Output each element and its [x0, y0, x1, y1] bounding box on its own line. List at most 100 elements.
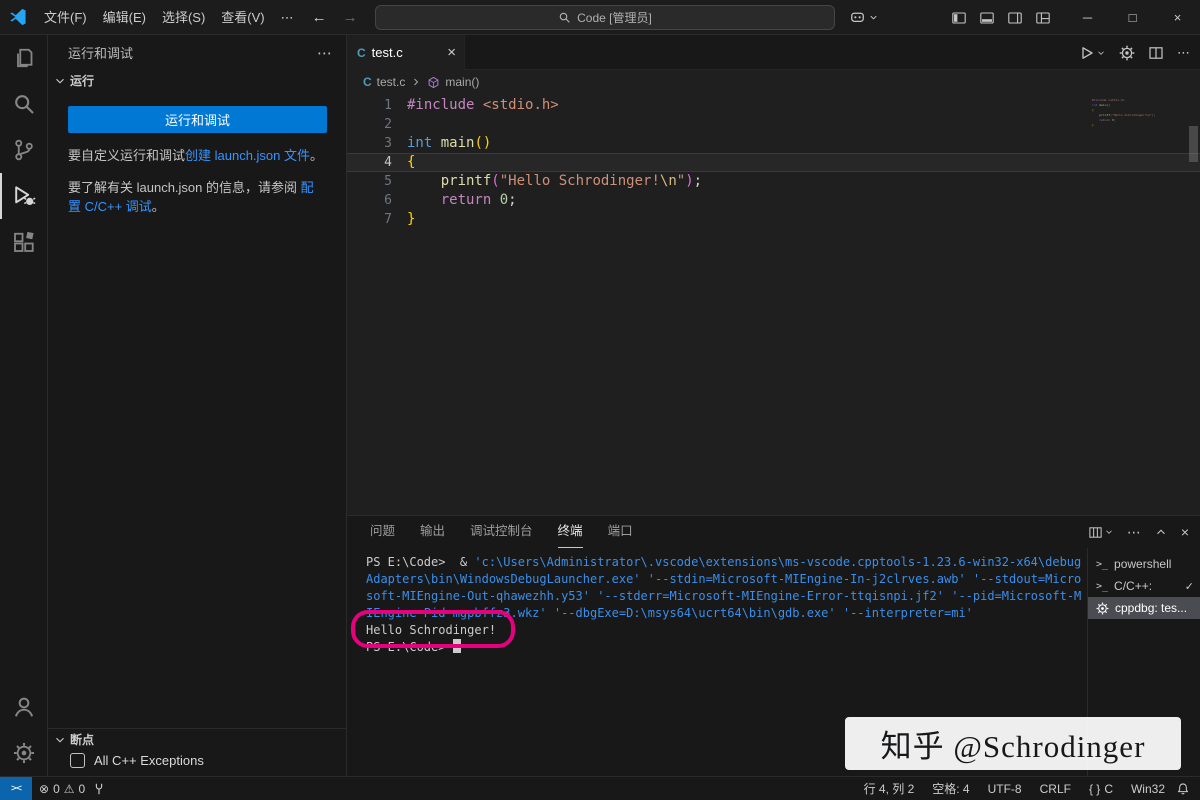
create-launch-json-link[interactable]: 创建 launch.json 文件 [185, 148, 310, 163]
minimize-button[interactable]: ─ [1065, 0, 1110, 35]
bell-icon[interactable] [1176, 782, 1190, 796]
close-panel-icon[interactable]: × [1181, 524, 1189, 540]
panel-tab[interactable]: 输出 [420, 517, 445, 548]
command-center-search[interactable]: Code [管理员] [375, 5, 835, 30]
terminal-line: PS E:\Code> [366, 639, 1087, 656]
launch-json-hint: 要自定义运行和调试创建 launch.json 文件。 [48, 133, 346, 165]
code-line-3[interactable]: 3int main() [347, 134, 1200, 153]
text: 。 [152, 199, 165, 214]
code-line-4[interactable]: 4{ [347, 153, 1200, 172]
toggle-panel-icon[interactable] [979, 10, 995, 26]
code-line-5[interactable]: 5 printf("Hello Schrodinger!\n"); [347, 172, 1200, 191]
chevron-down-icon [1096, 48, 1106, 58]
line-number: 4 [347, 153, 407, 172]
editor-scrollbar[interactable] [1189, 126, 1198, 162]
panel-tab[interactable]: 端口 [608, 517, 633, 548]
encoding[interactable]: UTF-8 [981, 777, 1029, 800]
breakpoint-item[interactable]: All C++ Exceptions [48, 750, 346, 771]
indentation[interactable]: 空格: 4 [925, 777, 976, 800]
tab-test-c[interactable]: C test.c × [347, 35, 465, 70]
language-mode[interactable]: { } C [1082, 777, 1120, 800]
line-number: 7 [347, 210, 407, 229]
gear-icon[interactable] [1119, 45, 1135, 61]
line-number: 5 [347, 172, 407, 191]
search-icon [12, 92, 36, 116]
menu-more[interactable]: ⋯ [273, 0, 302, 35]
text: 要了解有关 launch.json 的信息，请参阅 [68, 180, 301, 195]
more-actions-icon[interactable]: ⋯ [1127, 524, 1141, 541]
split-editor-icon[interactable] [1148, 45, 1164, 61]
more-actions-icon[interactable]: ⋯ [1177, 45, 1190, 61]
sidebar-title: 运行和调试 [68, 43, 317, 62]
maximize-panel-icon[interactable] [1154, 525, 1168, 539]
terminal-session-cppdbg-tes-[interactable]: cppdbg: tes... [1088, 597, 1200, 619]
remote-indicator[interactable]: >< [0, 777, 32, 800]
close-button[interactable]: × [1155, 0, 1200, 35]
editor-actions: ⋯ [1079, 35, 1190, 70]
copilot-icon [849, 9, 866, 26]
chevron-down-icon [868, 12, 879, 23]
chevron-down-icon [53, 733, 67, 747]
cursor-position[interactable]: 行 4, 列 2 [857, 777, 922, 800]
eol-indicator[interactable]: CRLF [1033, 777, 1078, 800]
error-count: 0 [53, 782, 60, 796]
settings-button[interactable] [0, 730, 47, 776]
editor-group: C test.c × ⋯ C test.c [347, 35, 1200, 776]
braces-icon: { } [1089, 782, 1100, 796]
menu-item[interactable]: 查看(V) [213, 0, 272, 35]
customize-layout-icon[interactable] [1035, 10, 1051, 26]
panel-tab-bar: 问题输出调试控制台终端端口 [347, 516, 1200, 548]
toggle-secondary-sidebar-icon[interactable] [1007, 10, 1023, 26]
code-line-2[interactable]: 2 [347, 115, 1200, 134]
run-and-debug-button[interactable]: 运行和调试 [68, 106, 327, 133]
activity-bar [0, 35, 48, 776]
copilot-button[interactable] [849, 9, 879, 26]
code-line-6[interactable]: 6 return 0; [347, 191, 1200, 210]
toggle-sidebar-icon[interactable] [951, 10, 967, 26]
terminal-session-c-c++-[interactable]: >_C/C++: ✓ [1088, 575, 1200, 597]
exceptions-checkbox[interactable] [70, 753, 85, 768]
activity-explorer[interactable] [0, 35, 47, 81]
terminal-line: soft-MIEngine-Out-qhawezhh.y53' '--stder… [366, 588, 1087, 605]
run-section-header[interactable]: 运行 [48, 70, 346, 91]
code-line-1[interactable]: 1#include <stdio.h> [347, 96, 1200, 115]
panel-tab[interactable]: 调试控制台 [470, 517, 533, 548]
forward-icon[interactable]: → [343, 9, 358, 26]
code-line-7[interactable]: 7} [347, 210, 1200, 229]
terminal-session-powershell[interactable]: >_powershell [1088, 553, 1200, 575]
language-label: C [1104, 782, 1113, 796]
activity-run-and-debug[interactable] [0, 173, 47, 219]
code-lines: 1#include <stdio.h>23int main()4{5 print… [347, 96, 1200, 229]
terminal-cursor [453, 639, 461, 653]
menu-item[interactable]: 编辑(E) [95, 0, 154, 35]
breadcrumb-file[interactable]: test.c [377, 75, 406, 89]
account-button[interactable] [0, 684, 47, 730]
panel-tab[interactable]: 终端 [558, 517, 583, 548]
source-control-icon [12, 138, 36, 162]
menu-item[interactable]: 文件(F) [36, 0, 95, 35]
maximize-button[interactable]: □ [1110, 0, 1155, 35]
text: 。 [310, 148, 323, 163]
close-tab-icon[interactable]: × [447, 44, 456, 61]
line-number: 2 [347, 115, 407, 134]
activity-search[interactable] [0, 81, 47, 127]
activity-source-control[interactable] [0, 127, 47, 173]
platform-indicator[interactable]: Win32 [1124, 777, 1172, 800]
c-file-icon: C [363, 75, 372, 89]
run-c-file-button[interactable] [1079, 45, 1106, 61]
more-actions-icon[interactable]: ⋯ [317, 44, 332, 62]
debug-fork-icon[interactable] [92, 782, 106, 796]
terminal-line: IEngine-Pid-mgpbffz3.wkz' '--dbgExe=D:\m… [366, 605, 1087, 622]
activity-extensions[interactable] [0, 219, 47, 265]
menu-item[interactable]: 选择(S) [154, 0, 213, 35]
code-text: { [407, 153, 1200, 172]
panel-tab[interactable]: 问题 [370, 517, 395, 548]
back-icon[interactable]: ← [312, 9, 327, 26]
terminal-views-button[interactable] [1088, 525, 1114, 540]
code-editor[interactable]: 1#include <stdio.h>23int main()4{5 print… [347, 94, 1200, 515]
tab-label: test.c [372, 45, 403, 60]
breakpoints-header[interactable]: 断点 [48, 729, 346, 750]
chevron-down-icon [53, 74, 67, 88]
problems-indicator[interactable]: ⊗ 0 ⚠ 0 [32, 777, 92, 800]
breadcrumb-symbol[interactable]: main() [445, 75, 479, 89]
